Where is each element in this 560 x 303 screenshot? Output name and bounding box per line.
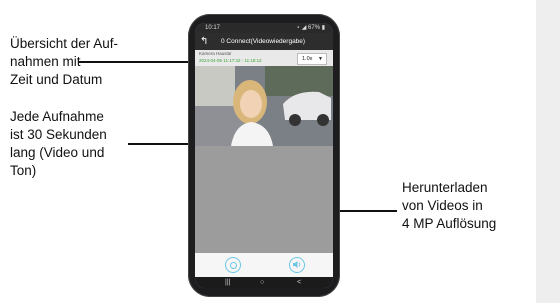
- speed-value: 1.0x: [302, 56, 313, 62]
- camera-icon: [230, 262, 237, 269]
- page-margin-strip: [536, 0, 560, 303]
- app-bar: ↰ 0 Connect(Videowiedergabe): [195, 33, 333, 50]
- camera-label: Kamera Haustür: [199, 51, 232, 56]
- android-nav-bar: ||| ○ <: [195, 277, 333, 288]
- callout-overview-line: [78, 61, 206, 63]
- callout-download: Herunterladen von Videos in 4 MP Auflösu…: [402, 180, 497, 231]
- status-bar: 10:17 ⋆ ◢ 67% ▮: [195, 23, 333, 33]
- snapshot-button[interactable]: [225, 257, 241, 273]
- recent-apps-button[interactable]: |||: [225, 277, 230, 288]
- home-button[interactable]: ○: [260, 277, 264, 288]
- manual-page: Übersicht der Auf- nahmen mit Zeit und D…: [0, 0, 536, 303]
- recording-timestamp: 2024-04-05 11:17:42 - 11:18:12: [199, 58, 262, 63]
- speed-select[interactable]: 1.0x ▼: [297, 53, 327, 65]
- recording-info-bar: Kamera Haustür 2024-04-05 11:17:42 - 11:…: [195, 50, 333, 66]
- status-indicators: ⋆ ◢ 67% ▮: [296, 25, 325, 31]
- video-image: [195, 66, 333, 146]
- back-nav-button[interactable]: <: [297, 277, 301, 288]
- status-time: 10:17: [205, 25, 221, 31]
- control-bar: [195, 253, 333, 277]
- phone-screen: 10:17 ⋆ ◢ 67% ▮ ↰ 0 Connect(Videowiederg…: [195, 23, 333, 288]
- recordings-list-area: [195, 146, 333, 253]
- audio-button[interactable]: [289, 257, 305, 273]
- dropdown-triangle-icon: ▼: [318, 56, 323, 62]
- video-frame[interactable]: ❚❚ ⤢: [195, 66, 333, 146]
- speaker-icon: [293, 261, 301, 268]
- smartphone: 10:17 ⋆ ◢ 67% ▮ ↰ 0 Connect(Videowiederg…: [188, 14, 340, 297]
- back-arrow-icon[interactable]: ↰: [200, 33, 208, 50]
- app-title: 0 Connect(Videowiedergabe): [221, 38, 306, 45]
